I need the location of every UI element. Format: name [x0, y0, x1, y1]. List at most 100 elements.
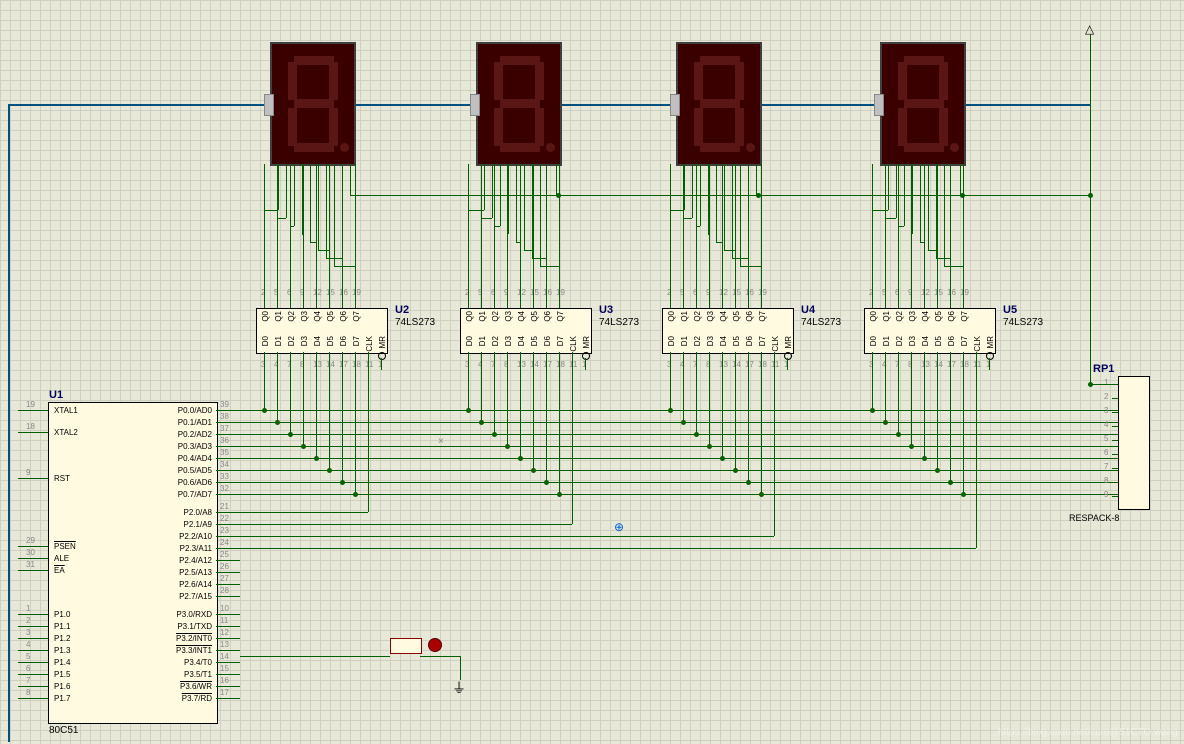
latch-pin-num: 12	[719, 288, 728, 297]
latch-pin-d: D2	[491, 336, 500, 346]
rp1-pin: 1	[1104, 378, 1108, 387]
latch-pin-q: Q1	[274, 311, 283, 322]
latch-pin-q: Q5	[732, 311, 741, 322]
u1-pin-num: 4	[26, 640, 30, 649]
latch-pin-q: Q3	[706, 311, 715, 322]
u1-pin-label: XTAL2	[54, 428, 78, 437]
latch-pin-num: 16	[339, 288, 348, 297]
latch-pin-d: D1	[478, 336, 487, 346]
latch-pin-num: 14	[934, 360, 943, 369]
u1-pin-num: 10	[220, 604, 229, 613]
u1-pin-label: P3.0/RXD	[156, 610, 212, 619]
latch-pin-d: CLK	[569, 336, 578, 352]
u1-pin-num: 9	[26, 468, 30, 477]
latch-pin-num: 17	[947, 360, 956, 369]
latch-pin-q: Q4	[313, 311, 322, 322]
rp1-pin: 7	[1104, 462, 1108, 471]
u1-pin-num: 35	[220, 448, 229, 457]
u1-pin-num: 26	[220, 562, 229, 571]
pushbutton[interactable]	[390, 638, 422, 654]
watermark: https://blog.csdn.net/cum@51CTO.wang	[998, 727, 1178, 738]
u1-pin-num: 30	[26, 548, 35, 557]
latch-pin-d: D6	[543, 336, 552, 346]
latch-pin-num: 19	[758, 288, 767, 297]
u1-pin-num: 27	[220, 574, 229, 583]
seven-segment-display-1[interactable]	[270, 42, 356, 166]
u1-pin-num: 38	[220, 412, 229, 421]
u1-pin-num: 13	[220, 640, 229, 649]
u1-pin-label: P3.4/T0	[156, 658, 212, 667]
latch-pin-num: 15	[530, 288, 539, 297]
seven-segment-display-3[interactable]	[676, 42, 762, 166]
latch-pin-q: Q3	[908, 311, 917, 322]
latch-pin-num: 18	[960, 360, 969, 369]
u1-pin-label: P3.1/TXD	[156, 622, 212, 631]
latch-pin-q: Q1	[478, 311, 487, 322]
latch-pin-q: Q2	[895, 311, 904, 322]
latch-pin-q: Q0	[261, 311, 270, 322]
u1-pin-num: 29	[26, 536, 35, 545]
latch-pin-num: 17	[543, 360, 552, 369]
latch-pin-num: 18	[758, 360, 767, 369]
u1-pin-num: 14	[220, 652, 229, 661]
rp1-pin: 4	[1104, 420, 1108, 429]
seven-segment-display-4[interactable]	[880, 42, 966, 166]
schematic-canvas[interactable]: △ [279,487,687,889] U2 74LS273 U3 74LS27…	[0, 0, 1184, 744]
u1-pin-num: 19	[26, 400, 35, 409]
u1-pin-label: P2.0/A8	[156, 508, 212, 517]
latch-pin-q: Q4	[719, 311, 728, 322]
u1-pin-num: 36	[220, 436, 229, 445]
u1-pin-label: PSEN	[54, 542, 76, 551]
u1-pin-label: P2.1/A9	[156, 520, 212, 529]
u1-pin-num: 6	[26, 664, 30, 673]
latch-pin-q: Q6	[745, 311, 754, 322]
latch-pin-q: Q2	[287, 311, 296, 322]
u1-pin-label: XTAL1	[54, 406, 78, 415]
u1-pin-label: P3.3/INT1	[156, 646, 212, 655]
latch-pin-num: 13	[921, 360, 930, 369]
latch-pin-d: D0	[869, 336, 878, 346]
u1-pin-label: P0.5/AD5	[156, 466, 212, 475]
u1-pin-num: 32	[220, 484, 229, 493]
latch-pin-num: 13	[517, 360, 526, 369]
latch-pin-num: 12	[517, 288, 526, 297]
u1-pin-label: ALE	[54, 554, 69, 563]
latch-pin-num: 11	[771, 360, 779, 369]
latch-pin-q: Q5	[326, 311, 335, 322]
u1-pin-num: 23	[220, 526, 229, 535]
latch-pin-d: MR	[582, 336, 591, 348]
u1-pin-label: P2.3/A11	[156, 544, 212, 553]
latch-pin-num: 13	[313, 360, 322, 369]
latch-pin-q: Q0	[667, 311, 676, 322]
u1-pin-label: P1.4	[54, 658, 70, 667]
latch-pin-d: CLK	[771, 336, 780, 352]
latch-pin-q: Q2	[693, 311, 702, 322]
latch-pin-d: D5	[530, 336, 539, 346]
latch-pin-d: D2	[287, 336, 296, 346]
rp1-respack[interactable]: RP1 RESPACK-8	[1118, 376, 1150, 510]
u1-pin-label: P3.7/RD	[156, 694, 212, 703]
latch-pin-num: 19	[556, 288, 565, 297]
rp1-pin: 6	[1104, 448, 1108, 457]
latch-pin-d: D4	[719, 336, 728, 346]
u1-pin-num: 24	[220, 538, 229, 547]
latch-pin-q: Q0	[869, 311, 878, 322]
u1-pin-label: P3.5/T1	[156, 670, 212, 679]
latch-pin-q: Q7	[556, 311, 565, 322]
latch-pin-num: 15	[326, 288, 335, 297]
u1-pin-num: 3	[26, 628, 30, 637]
u1-pin-num: 28	[220, 586, 229, 595]
latch-pin-d: D3	[300, 336, 309, 346]
latch-pin-d: D2	[693, 336, 702, 346]
u1-pin-label: RST	[54, 474, 70, 483]
seven-segment-display-2[interactable]	[476, 42, 562, 166]
latch-pin-q: Q1	[882, 311, 891, 322]
rp1-pin: 2	[1104, 392, 1108, 401]
u1-pin-label: P2.4/A12	[156, 556, 212, 565]
u1-pin-num: 22	[220, 514, 229, 523]
u1-pin-label: P1.3	[54, 646, 70, 655]
latch-pin-q: Q7	[960, 311, 969, 322]
latch-pin-num: 13	[719, 360, 728, 369]
latch-pin-q: Q7	[352, 311, 361, 322]
u1-pin-num: 18	[26, 422, 35, 431]
